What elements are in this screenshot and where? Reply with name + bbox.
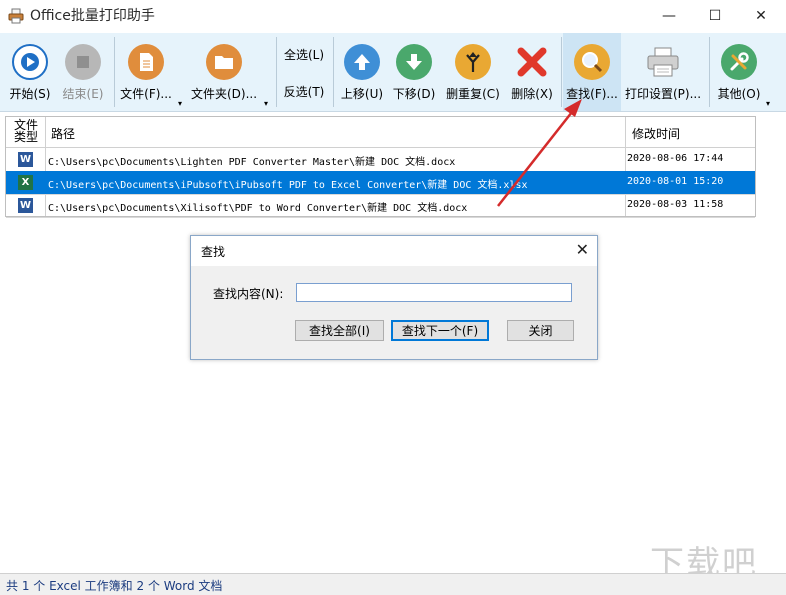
word-file-icon: W [18,198,33,213]
folder-icon [206,44,242,80]
delete-button[interactable]: 删除(X) [508,33,556,111]
add-file-button[interactable]: 文件(F)... [118,33,174,111]
file-path: C:\Users\pc\Documents\Lighten PDF Conver… [48,157,456,168]
minimize-button[interactable]: — [646,0,692,32]
delete-x-icon [514,44,550,80]
file-dropdown-arrow[interactable]: ▾ [178,99,182,108]
close-icon: ✕ [755,8,767,24]
status-text: 共 1 个 Excel 工作簿和 2 个 Word 文档 [6,579,223,593]
window-title: Office批量打印助手 [30,8,155,24]
word-file-icon: W [18,152,33,167]
dialog-title: 查找 [201,245,226,259]
dialog-close-button[interactable]: 关闭 [507,320,574,341]
folder-dropdown-arrow[interactable]: ▾ [264,99,268,108]
printer-app-icon [8,8,24,24]
move-down-button[interactable]: 下移(D) [390,33,438,111]
file-path: C:\Users\pc\Documents\Xilisoft\PDF to Wo… [48,203,468,214]
modified-time: 2020-08-06 17:44 [627,153,724,164]
stop-button[interactable]: 结束(E) [58,33,108,111]
play-icon [12,44,48,80]
column-header-path[interactable]: 路径 [51,125,75,142]
toolbar-separator [114,37,115,107]
invert-selection-button[interactable]: 反选(T) [280,83,328,100]
toolbar-separator [333,37,334,107]
find-content-label: 查找内容(N): [213,287,284,301]
table-row[interactable]: W C:\Users\pc\Documents\Xilisoft\PDF to … [6,194,755,218]
file-icon [128,44,164,80]
find-next-button[interactable]: 查找下一个(F) [391,320,489,341]
magnifier-icon [574,44,610,80]
dialog-title-bar: 查找 ✕ [191,236,597,266]
status-bar: 共 1 个 Excel 工作簿和 2 个 Word 文档 [0,573,786,595]
toolbar-separator [709,37,710,107]
remove-duplicates-button[interactable]: 删重复(C) [444,33,502,111]
file-list[interactable]: 文件类型 路径 修改时间 W C:\Users\pc\Documents\Lig… [5,116,756,218]
add-folder-button[interactable]: 文件夹(D)... [188,33,260,111]
arrow-down-icon [396,44,432,80]
select-all-button[interactable]: 全选(L) [280,46,328,63]
find-content-input[interactable] [296,283,572,302]
maximize-button[interactable]: ☐ [692,0,738,32]
file-path: C:\Users\pc\Documents\iPubsoft\iPubsoft … [48,180,528,191]
column-header-type[interactable]: 文件类型 [9,119,43,143]
arrow-up-icon [344,44,380,80]
stop-icon [65,44,101,80]
excel-file-icon: X [18,175,33,190]
table-row[interactable]: W C:\Users\pc\Documents\Lighten PDF Conv… [6,148,755,172]
printer-icon [645,44,681,80]
find-all-button[interactable]: 查找全部(I) [295,320,384,341]
minimize-icon: — [662,8,676,24]
maximize-icon: ☐ [708,8,722,24]
modified-time: 2020-08-03 11:58 [627,199,724,210]
find-dialog: 查找 ✕ 查找内容(N): 查找全部(I) 查找下一个(F) 关闭 [190,235,598,360]
file-list-header: 文件类型 路径 修改时间 [6,117,755,148]
move-up-button[interactable]: 上移(U) [338,33,386,111]
title-bar: Office批量打印助手 — ☐ ✕ [0,0,786,33]
close-button[interactable]: ✕ [738,0,784,32]
start-button[interactable]: 开始(S) [6,33,54,111]
tools-icon [721,44,757,80]
toolbar: 开始(S) 结束(E) 文件(F)... ▾ 文件夹(D)... ▾ 全选(L)… [0,33,786,112]
column-header-time[interactable]: 修改时间 [632,125,680,142]
toolbar-separator [561,37,562,107]
dialog-close-icon[interactable]: ✕ [576,240,589,259]
find-button[interactable]: 查找(F)... [563,33,621,111]
table-row-selected[interactable]: X C:\Users\pc\Documents\iPubsoft\iPubsof… [6,171,755,195]
toolbar-separator [276,37,277,107]
other-dropdown-arrow[interactable]: ▾ [766,99,770,108]
modified-time: 2020-08-01 15:20 [627,176,724,187]
merge-icon [455,44,491,80]
print-settings-button[interactable]: 打印设置(P)... [625,33,701,111]
other-button[interactable]: 其他(O) [714,33,764,111]
